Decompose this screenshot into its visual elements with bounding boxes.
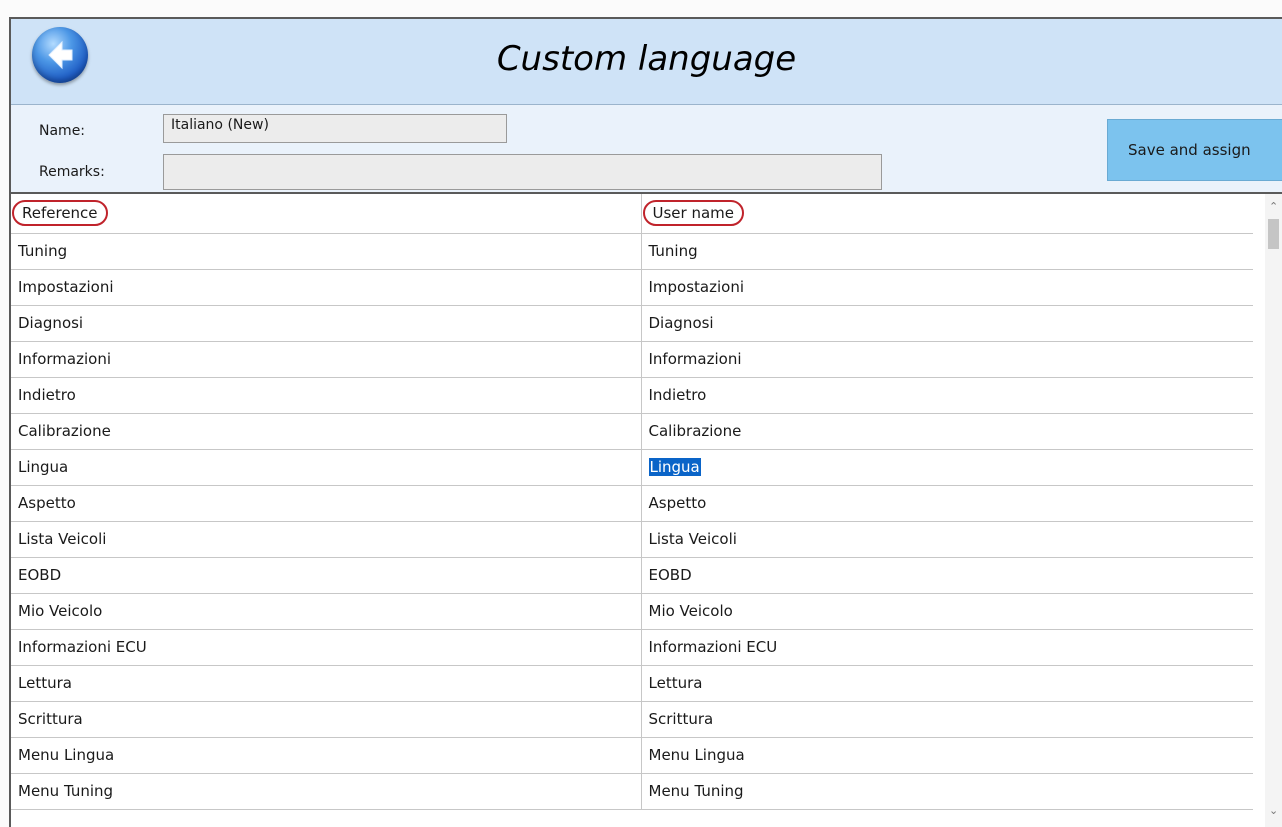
table-row[interactable]: Informazioni ECU Informazioni ECU <box>11 629 1253 666</box>
column-header-reference[interactable]: Reference <box>11 194 642 234</box>
user-name-cell[interactable]: Menu Lingua <box>641 737 1253 774</box>
custom-language-window: Custom language Name: Italiano (New) Rem… <box>9 17 1282 827</box>
user-name-cell[interactable]: Menu Tuning <box>641 773 1253 810</box>
cell-text: Lettura <box>648 674 703 692</box>
reference-cell: Indietro <box>11 377 642 414</box>
cell-text: Lista Veicoli <box>18 530 107 548</box>
table-row[interactable]: Lista Veicoli Lista Veicoli <box>11 521 1253 558</box>
reference-cell: Impostazioni <box>11 269 642 306</box>
table-row[interactable]: Lingua Lingua <box>11 449 1253 486</box>
user-name-cell[interactable]: Diagnosi <box>641 305 1253 342</box>
cell-text: Diagnosi <box>648 314 714 332</box>
user-name-cell[interactable]: Mio Veicolo <box>641 593 1253 630</box>
cell-text: Informazioni ECU <box>18 638 147 656</box>
reference-cell: Scrittura <box>11 701 642 738</box>
title-bar: Custom language <box>11 19 1282 105</box>
user-name-cell[interactable]: Impostazioni <box>641 269 1253 306</box>
table-row[interactable]: Indietro Indietro <box>11 377 1253 414</box>
reference-cell: Calibrazione <box>11 413 642 450</box>
user-name-cell[interactable]: Lingua <box>641 449 1253 486</box>
cell-text: Tuning <box>18 242 68 260</box>
cell-text: Informazioni <box>648 350 742 368</box>
cell-text: Menu Lingua <box>18 746 115 764</box>
table-row[interactable]: Scrittura Scrittura <box>11 701 1253 738</box>
column-header-user-name[interactable]: User name <box>641 194 1253 234</box>
cell-text: Scrittura <box>648 710 714 728</box>
cell-text: Diagnosi <box>18 314 84 332</box>
cell-text: Indietro <box>648 386 707 404</box>
table-row[interactable]: Mio Veicolo Mio Veicolo <box>11 593 1253 630</box>
table-row[interactable]: Lettura Lettura <box>11 665 1253 702</box>
cell-text: Menu Tuning <box>18 782 114 800</box>
cell-text: Menu Lingua <box>648 746 745 764</box>
form-area: Name: Italiano (New) Remarks: Save and a… <box>11 105 1282 194</box>
table-row[interactable]: Tuning Tuning <box>11 233 1253 270</box>
name-label: Name: <box>39 123 86 139</box>
translation-grid: Reference User name Tuning Tuning Impostaz… <box>11 194 1253 827</box>
cell-text: Impostazioni <box>18 278 114 296</box>
cell-text: Tuning <box>648 242 698 260</box>
cell-text: Lettura <box>18 674 72 692</box>
scroll-down-icon[interactable]: ⌄ <box>1269 804 1278 817</box>
cell-text: Impostazioni <box>648 278 745 296</box>
cell-text: Menu Tuning <box>648 782 744 800</box>
vertical-scrollbar[interactable]: ⌃ ⌄ <box>1265 194 1282 827</box>
user-name-cell[interactable]: Lista Veicoli <box>641 521 1253 558</box>
user-name-cell[interactable]: Tuning <box>641 233 1253 270</box>
reference-cell: Informazioni ECU <box>11 629 642 666</box>
column-header-user-name-label: User name <box>642 200 744 227</box>
table-row[interactable]: Menu Lingua Menu Lingua <box>11 737 1253 774</box>
cell-text: Calibrazione <box>18 422 111 440</box>
cell-text: Calibrazione <box>648 422 742 440</box>
table-row[interactable]: Diagnosi Diagnosi <box>11 305 1253 342</box>
table-row[interactable]: Aspetto Aspetto <box>11 485 1253 522</box>
scroll-up-icon[interactable]: ⌃ <box>1269 200 1278 213</box>
cell-text: Mio Veicolo <box>648 602 733 620</box>
grid-header-row: Reference User name <box>11 194 1253 234</box>
name-field[interactable]: Italiano (New) <box>163 114 507 143</box>
cell-text: Scrittura <box>18 710 83 728</box>
save-and-assign-button[interactable]: Save and assign <box>1107 119 1282 181</box>
cell-text: Indietro <box>18 386 76 404</box>
cell-text: EOBD <box>18 566 62 584</box>
table-row[interactable]: Menu Tuning Menu Tuning <box>11 773 1253 810</box>
cell-text: EOBD <box>648 566 692 584</box>
reference-cell: Aspetto <box>11 485 642 522</box>
table-row[interactable]: EOBD EOBD <box>11 557 1253 594</box>
reference-cell: Menu Tuning <box>11 773 642 810</box>
cell-text: Mio Veicolo <box>18 602 103 620</box>
reference-cell: Mio Veicolo <box>11 593 642 630</box>
cell-text: Aspetto <box>18 494 76 512</box>
user-name-cell[interactable]: Informazioni ECU <box>641 629 1253 666</box>
remarks-label: Remarks: <box>39 164 105 180</box>
reference-cell: Lettura <box>11 665 642 702</box>
reference-cell: Tuning <box>11 233 642 270</box>
user-name-cell[interactable]: Scrittura <box>641 701 1253 738</box>
user-name-cell[interactable]: Aspetto <box>641 485 1253 522</box>
user-name-cell[interactable]: Lettura <box>641 665 1253 702</box>
cell-text: Lingua <box>18 458 69 476</box>
remarks-field[interactable] <box>163 154 882 190</box>
scroll-thumb[interactable] <box>1268 219 1279 249</box>
column-header-reference-label: Reference <box>12 200 108 227</box>
reference-cell: Lista Veicoli <box>11 521 642 558</box>
user-name-cell[interactable]: Calibrazione <box>641 413 1253 450</box>
table-row[interactable]: Informazioni Informazioni <box>11 341 1253 378</box>
reference-cell: Lingua <box>11 449 642 486</box>
cell-text: Lingua <box>648 458 701 476</box>
reference-cell: EOBD <box>11 557 642 594</box>
user-name-cell[interactable]: Informazioni <box>641 341 1253 378</box>
cell-text: Informazioni <box>18 350 111 368</box>
table-row[interactable]: Calibrazione Calibrazione <box>11 413 1253 450</box>
reference-cell: Informazioni <box>11 341 642 378</box>
cell-text: Informazioni ECU <box>648 638 778 656</box>
reference-cell: Diagnosi <box>11 305 642 342</box>
page-title: Custom language <box>496 39 797 79</box>
user-name-cell[interactable]: Indietro <box>641 377 1253 414</box>
cell-text: Aspetto <box>648 494 707 512</box>
user-name-cell[interactable]: EOBD <box>641 557 1253 594</box>
reference-cell: Menu Lingua <box>11 737 642 774</box>
cell-text: Lista Veicoli <box>648 530 737 548</box>
table-row[interactable]: Impostazioni Impostazioni <box>11 269 1253 306</box>
